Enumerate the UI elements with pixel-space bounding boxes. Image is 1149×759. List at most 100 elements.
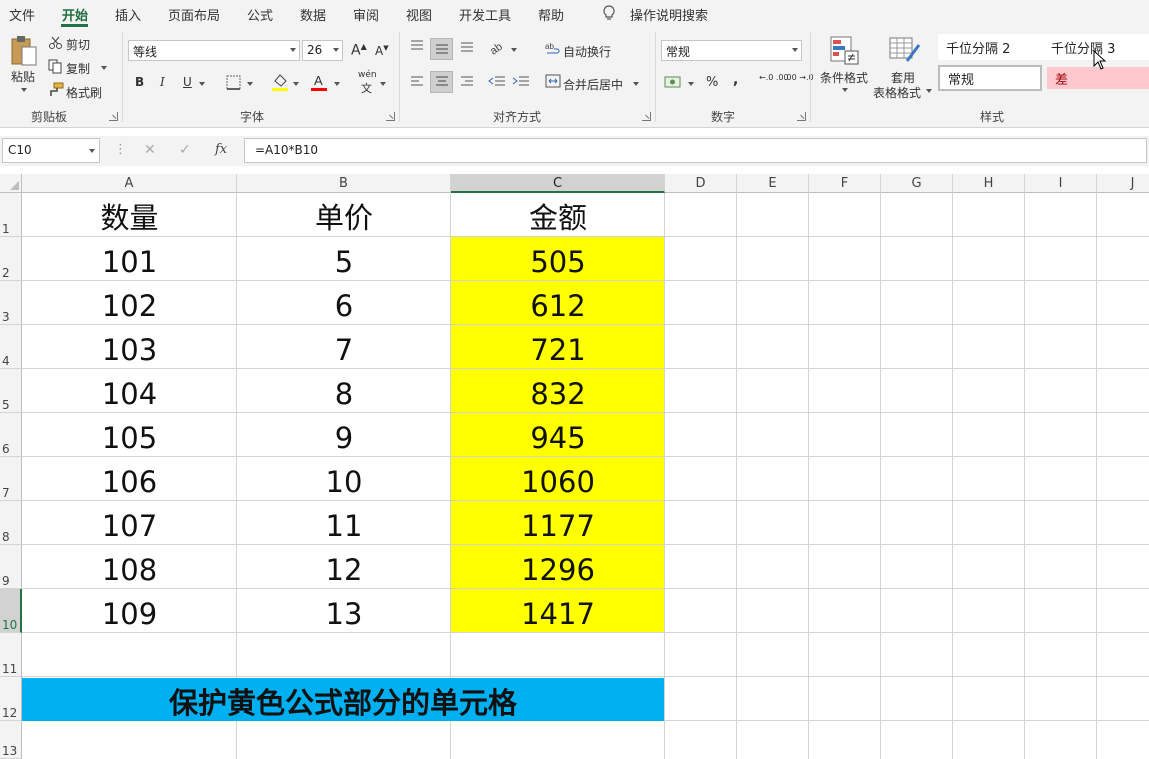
column-header-e[interactable]: E [737,174,809,193]
column-header-d[interactable]: D [665,174,737,193]
bold-button[interactable]: B [135,75,144,89]
increase-indent-icon[interactable] [512,75,530,89]
cell-b5[interactable]: 8 [237,369,451,412]
merge-center-dropdown-icon[interactable] [633,82,639,86]
format-as-table-label-2[interactable]: 表格格式 [873,84,921,101]
decrease-indent-icon[interactable] [488,75,506,89]
format-as-table-dropdown-icon[interactable] [926,89,932,93]
conditional-formatting-button[interactable]: 条件格式 [820,69,868,86]
format-as-table-icon[interactable] [889,35,921,65]
cell-c4[interactable]: 721 [451,325,665,368]
row-header-7[interactable]: 7 [0,457,22,501]
cell-a1[interactable]: 数量 [22,193,237,236]
phonetic-dropdown-icon[interactable] [380,82,386,86]
number-launcher-icon[interactable] [797,112,806,121]
underline-dropdown-icon[interactable] [199,82,205,86]
insert-function-icon[interactable]: fx [215,142,227,157]
increase-font-size-icon[interactable]: A▲ [351,42,367,59]
font-color-dropdown-icon[interactable] [334,82,340,86]
wrap-text-icon[interactable]: ab [545,41,561,56]
row-header-10[interactable]: 10 [0,589,22,633]
tab-data[interactable]: 数据 [300,5,326,24]
tab-review[interactable]: 审阅 [353,5,379,24]
row-header-2[interactable]: 2 [0,237,22,281]
format-painter-button[interactable]: 格式刷 [66,84,102,101]
align-top-icon[interactable] [409,39,425,53]
cancel-icon[interactable]: ✕ [144,142,156,158]
wrap-text-button[interactable]: 自动换行 [563,43,611,60]
row-header-12[interactable]: 12 [0,677,22,721]
copy-button[interactable]: 复制 [66,60,90,77]
row-header-11[interactable]: 11 [0,633,22,677]
font-name-dropdown[interactable]: 等线 [128,40,300,61]
cell-c7[interactable]: 1060 [451,457,665,500]
cell-b10[interactable]: 13 [237,589,451,632]
format-painter-icon[interactable] [48,82,64,97]
copy-icon[interactable] [48,59,63,74]
border-dropdown-icon[interactable] [247,82,253,86]
tab-formulas[interactable]: 公式 [247,5,273,24]
column-header-h[interactable]: H [953,174,1025,193]
cell-b8[interactable]: 11 [237,501,451,544]
cell-c3[interactable]: 612 [451,281,665,324]
cell-a3[interactable]: 102 [22,281,237,324]
merge-center-button[interactable]: 合并后居中 [563,76,623,93]
paste-icon[interactable] [9,34,39,68]
tab-insert[interactable]: 插入 [115,5,141,24]
row-header-1[interactable]: 1 [0,193,22,237]
merged-banner-cell[interactable]: 保护黄色公式部分的单元格 [22,678,664,721]
merge-center-icon[interactable] [545,74,561,88]
align-left-icon[interactable] [409,75,425,89]
phonetic-guide-button[interactable]: wén [358,70,377,80]
column-header-i[interactable]: I [1025,174,1097,193]
font-size-dropdown[interactable]: 26 [302,40,343,61]
scissors-icon[interactable] [48,36,63,50]
cell-c8[interactable]: 1177 [451,501,665,544]
conditional-formatting-dropdown-icon[interactable] [842,88,848,92]
cell-b7[interactable]: 10 [237,457,451,500]
cell-a4[interactable]: 103 [22,325,237,368]
style-comma-2[interactable]: 千位分隔 2 [938,34,1044,60]
row-header-4[interactable]: 4 [0,325,22,369]
row-header-6[interactable]: 6 [0,413,22,457]
cell-a8[interactable]: 107 [22,501,237,544]
orientation-icon[interactable]: ab [488,39,506,55]
tab-page-layout[interactable]: 页面布局 [168,5,220,24]
cell-c2[interactable]: 505 [451,237,665,280]
cell-b1[interactable]: 单价 [237,193,451,236]
tab-file[interactable]: 文件 [9,5,35,24]
orientation-dropdown-icon[interactable] [511,48,517,52]
column-header-j[interactable]: J [1097,174,1149,193]
underline-button[interactable]: U [183,75,192,89]
enter-icon[interactable]: ✓ [179,142,191,158]
paste-dropdown-icon[interactable] [21,88,27,92]
align-right-icon[interactable] [459,75,475,89]
cell-c10[interactable]: 1417 [451,589,665,632]
select-all-button[interactable] [0,174,22,193]
style-bad[interactable]: 差 [1047,67,1149,89]
tab-home[interactable]: 开始 [62,5,88,24]
accounting-format-icon[interactable] [664,74,682,90]
cell-b2[interactable]: 5 [237,237,451,280]
row-header-9[interactable]: 9 [0,545,22,589]
row-header-5[interactable]: 5 [0,369,22,413]
column-header-c[interactable]: C [451,174,665,193]
cell-a7[interactable]: 106 [22,457,237,500]
percent-button[interactable]: % [706,75,718,90]
fill-color-dropdown-icon[interactable] [293,82,299,86]
decrease-decimal-button[interactable]: .00 →.0 [784,73,814,82]
column-header-f[interactable]: F [809,174,881,193]
copy-dropdown-icon[interactable] [101,66,107,70]
border-icon[interactable] [226,75,241,90]
increase-decimal-button[interactable]: ←.0 .00 [759,73,789,82]
row-header-3[interactable]: 3 [0,281,22,325]
comma-button[interactable]: , [733,72,738,88]
name-box[interactable]: C10 [2,138,100,163]
cell-a5[interactable]: 104 [22,369,237,412]
cell-b4[interactable]: 7 [237,325,451,368]
cell-a2[interactable]: 101 [22,237,237,280]
cell-a6[interactable]: 105 [22,413,237,456]
cell-b6[interactable]: 9 [237,413,451,456]
decrease-font-size-icon[interactable]: A▼ [375,44,389,58]
cell-c6[interactable]: 945 [451,413,665,456]
